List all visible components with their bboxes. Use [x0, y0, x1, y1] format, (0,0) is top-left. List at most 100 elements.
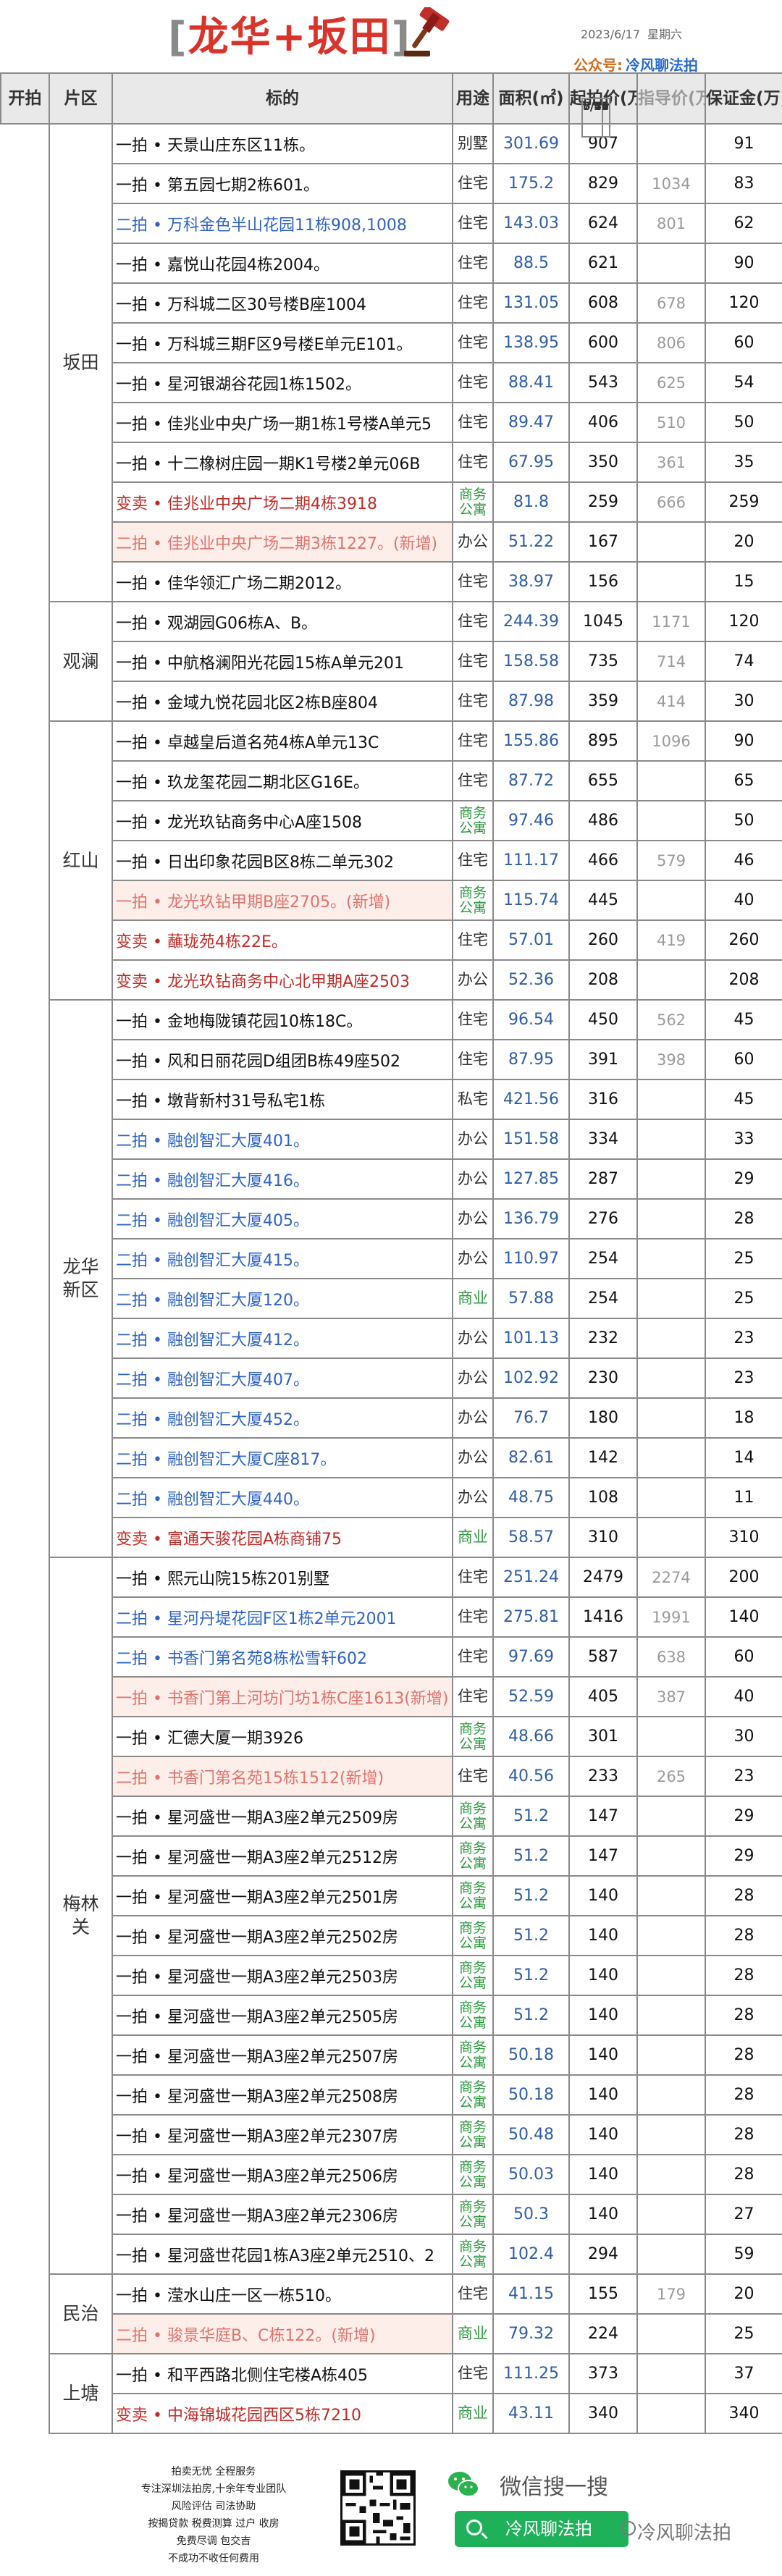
- table-row[interactable]: 6/19 二拍 • 星河丹堤花园F区1栋2单元2001 住宅 275.81 1416 19…: [1, 98, 782, 1638]
- table-row[interactable]: 7/6 二拍 • 骏景华庭B、C栋122。(新增) 商业 79.32 224 25: [1, 98, 782, 2354]
- table-row[interactable]: 7/4 坂田 一拍 • 天景山庄东区11栋。 别墅 301.69 907 91: [1, 98, 782, 602]
- cell-name[interactable]: 二拍 • 融创智汇大厦407。: [112, 1358, 453, 1399]
- table-row[interactable]: 6/28 一拍 • 万科城二区30号楼B座1004 住宅 131.05 608 678 12…: [1, 98, 782, 324]
- cell-name[interactable]: 一拍 • 万科城三期F区9号楼E单元E101。: [112, 322, 453, 363]
- cell-name[interactable]: 一拍 • 玖龙玺花园二期北区G16E。: [112, 760, 453, 801]
- cell-name[interactable]: 一拍 • 十二橡树庄园一期K1号楼2单元06B: [112, 442, 453, 483]
- table-row[interactable]: 6/29 变卖 • 佳兆业中央广场二期4栋3918 商务公寓 81.8 259 666 25…: [1, 98, 782, 523]
- cell-name[interactable]: 一拍 • 星河盛世一期A3座2单元2501房: [112, 1875, 453, 1916]
- cell-name[interactable]: 变卖 • 中海锦城花园西区5栋7210: [112, 2393, 453, 2434]
- table-row[interactable]: 6/26 二拍 • 融创智汇大厦407。 办公 102.92 230 23: [1, 98, 782, 1399]
- cell-name[interactable]: 一拍 • 汇德大厦一期3926: [112, 1716, 453, 1757]
- cell-name[interactable]: 一拍 • 万科城二区30号楼B座1004: [112, 282, 453, 324]
- cell-name[interactable]: 一拍 • 星河盛世花园1栋A3座2单元2510、2: [112, 2234, 453, 2275]
- table-row[interactable]: 6/26 一拍 • 星河盛世一期A3座2单元2509房 商务公寓 51.2 147 29: [1, 98, 782, 1837]
- cell-name[interactable]: 一拍 • 龙光玖钻商务中心A座1508: [112, 800, 453, 841]
- table-row[interactable]: 6/26 一拍 • 星河盛世一期A3座2单元2501房 商务公寓 51.2 140 28: [1, 98, 782, 1916]
- cell-name[interactable]: 一拍 • 日出印象花园B区8栋二单元302: [112, 840, 453, 881]
- table-row[interactable]: 6/26 一拍 • 星河盛世一期A3座2单元2512房 商务公寓 51.2 147 29: [1, 98, 782, 1877]
- table-row[interactable]: 7/11 一拍 • 佳兆业中央广场一期1栋1号楼A单元5 住宅 89.47 406 510…: [1, 98, 782, 443]
- table-row[interactable]: 6/26 二拍 • 融创智汇大厦120。 商业 57.88 254 25: [1, 98, 782, 1319]
- table-row[interactable]: 6/26 一拍 • 星河盛世花园1栋A3座2单元2510、2 商务公寓 102.4 29…: [1, 98, 782, 2275]
- cell-name[interactable]: 一拍 • 墩背新村31号私宅1栋: [112, 1079, 453, 1120]
- cell-name[interactable]: 二拍 • 星河丹堤花园F区1栋2单元2001: [112, 1596, 453, 1638]
- cell-name[interactable]: 一拍 • 书香门第上河坊门坊1栋C座1613(新增): [112, 1676, 453, 1717]
- cell-name[interactable]: 一拍 • 中航格澜阳光花园15栋A单元201: [112, 641, 453, 682]
- table-row[interactable]: 7/20 龙华新区 一拍 • 金地梅陇镇花园10栋18C。 住宅 96.54 450 562…: [1, 98, 782, 1558]
- cell-name[interactable]: 二拍 • 佳兆业中央广场二期3栋1227。(新增): [112, 521, 453, 563]
- table-row[interactable]: 6/26 二拍 • 融创智汇大厦412。 办公 101.13 232 23: [1, 98, 782, 1359]
- cell-name[interactable]: 一拍 • 星河盛世一期A3座2单元2505房: [112, 1995, 453, 2036]
- cell-name[interactable]: 一拍 • 风和日丽花园D组团B栋49座502: [112, 1039, 453, 1080]
- table-row[interactable]: 7/3 红山 一拍 • 卓越皇后道名苑4栋A单元13C 住宅 155.86 895 1096…: [1, 98, 782, 1001]
- cell-name[interactable]: 二拍 • 融创智汇大厦412。: [112, 1318, 453, 1359]
- table-row[interactable]: 7/10 上塘 一拍 • 和平西路北侧住宅楼A栋405 住宅 111.25 373 37: [1, 98, 782, 2434]
- cell-name[interactable]: 二拍 • 骏景华庭B、C栋122。(新增): [112, 2313, 453, 2354]
- table-row[interactable]: 6/30 一拍 • 十二橡树庄园一期K1号楼2单元06B 住宅 67.95 350 361…: [1, 98, 782, 483]
- table-row[interactable]: 6/20 民治 一拍 • 滢水山庄一区一栋510。 住宅 41.15 155 179 20: [1, 98, 782, 2354]
- table-row[interactable]: 7/14 一拍 • 龙光玖钻甲期B座2705。(新增) 商务公寓 115.74 445 4…: [1, 98, 782, 921]
- cell-name[interactable]: 一拍 • 星河盛世一期A3座2单元2509房: [112, 1796, 453, 1837]
- cell-name[interactable]: 二拍 • 融创智汇大厦416。: [112, 1158, 453, 1200]
- table-row[interactable]: 6/22 观澜 一拍 • 观湖园G06栋A、B。 住宅 244.39 1045 1171 12…: [1, 98, 782, 722]
- table-row[interactable]: 6/26 二拍 • 融创智汇大厦C座817。 办公 82.61 142 14: [1, 98, 782, 1478]
- cell-name[interactable]: 二拍 • 融创智汇大厦452。: [112, 1397, 453, 1439]
- table-row[interactable]: 5/12 变卖 • 中海锦城花园西区5栋7210 商业 43.11 340 340: [1, 98, 782, 2434]
- cell-name[interactable]: 一拍 • 星河盛世一期A3座2单元2508房: [112, 2074, 453, 2116]
- cell-name[interactable]: 一拍 • 卓越皇后道名苑4栋A单元13C: [112, 720, 453, 762]
- cell-name[interactable]: 一拍 • 熙元山院15栋201别墅: [112, 1557, 453, 1598]
- table-row[interactable]: 7/4 二拍 • 书香门第名苑15栋1512(新增) 住宅 40.56 233 265 23: [1, 98, 782, 1797]
- table-row[interactable]: 7/4 一拍 • 玖龙玺花园二期北区G16E。 住宅 87.72 655 65: [1, 98, 782, 801]
- cell-name[interactable]: 一拍 • 滢水山庄一区一栋510。: [112, 2273, 453, 2315]
- table-row[interactable]: 6/26 一拍 • 星河盛世一期A3座2单元2307房 商务公寓 50.48 140 28: [1, 98, 782, 2155]
- table-row[interactable]: 6/26 一拍 • 星河盛世一期A3座2单元2508房 商务公寓 50.18 140 28: [1, 98, 782, 2116]
- table-row[interactable]: 6/26 二拍 • 融创智汇大厦440。 办公 48.75 108 11: [1, 98, 782, 1518]
- table-row[interactable]: 6/26 一拍 • 星河盛世一期A3座2单元2505房 商务公寓 51.2 140 28: [1, 98, 782, 2036]
- cell-name[interactable]: 二拍 • 书香门第名苑8栋松雪轩602: [112, 1636, 453, 1678]
- cell-name[interactable]: 二拍 • 融创智汇大厦415。: [112, 1238, 453, 1279]
- table-row[interactable]: 6/26 一拍 • 第五园七期2栋601。 住宅 175.2 829 1034 83: [1, 98, 782, 204]
- table-row[interactable]: 6/16 一拍 • 风和日丽花园D组团B栋49座502 住宅 87.95 391 398 6…: [1, 98, 782, 1080]
- table-row[interactable]: 6/5 变卖 • 富通天骏花园A栋商铺75 商业 58.57 310 310: [1, 98, 782, 1558]
- table-row[interactable]: 7/5 二拍 • 佳兆业中央广场二期3栋1227。(新增) 办公 51.22 167 20: [1, 98, 782, 563]
- cell-name[interactable]: 一拍 • 第五园七期2栋601。: [112, 163, 453, 204]
- cell-name[interactable]: 一拍 • 星河盛世一期A3座2单元2307房: [112, 2114, 453, 2155]
- cell-name[interactable]: 一拍 • 星河盛世一期A3座2单元2503房: [112, 1955, 453, 1996]
- table-row[interactable]: 6/26 二拍 • 书香门第名苑8栋松雪轩602 住宅 97.69 587 638 60: [1, 98, 782, 1678]
- cell-name[interactable]: 一拍 • 星河盛世一期A3座2单元2502房: [112, 1915, 453, 1956]
- table-row[interactable]: 6/26 一拍 • 星河盛世一期A3座2单元2502房 商务公寓 51.2 140 28: [1, 98, 782, 1956]
- cell-name[interactable]: 变卖 • 富通天骏花园A栋商铺75: [112, 1517, 453, 1558]
- table-row[interactable]: 6/26 一拍 • 星河盛世一期A3座2单元2507房 商务公寓 50.18 140 28: [1, 98, 782, 2076]
- table-row[interactable]: 7/3 一拍 • 墩背新村31号私宅1栋 私宅 421.56 316 45: [1, 98, 782, 1120]
- table-row[interactable]: 6/16 二拍 • 万科金色半山花园11栋908,1008 住宅 143.03 624 8…: [1, 98, 782, 244]
- table-row[interactable]: 6/26 一拍 • 龙光玖钻商务中心A座1508 商务公寓 97.46 486 50: [1, 98, 782, 841]
- cell-name[interactable]: 一拍 • 嘉悦山花园4栋2004。: [112, 243, 453, 284]
- table-row[interactable]: 7/17 一拍 • 书香门第上河坊门坊1栋C座1613(新增) 住宅 52.59 405…: [1, 98, 782, 1717]
- table-row[interactable]: 6/19 一拍 • 中航格澜阳光花园15栋A单元201 住宅 158.58 735 714…: [1, 98, 782, 682]
- cell-name[interactable]: 二拍 • 融创智汇大厦440。: [112, 1477, 453, 1518]
- table-row[interactable]: 6/26 一拍 • 星河盛世一期A3座2单元2506房 商务公寓 50.03 140 28: [1, 98, 782, 2195]
- table-row[interactable]: 5/11 变卖 • 龙光玖钻商务中心北甲期A座2503 办公 52.36 208 208: [1, 98, 782, 1001]
- table-row[interactable]: 7/10 一拍 • 星河银湖谷花园1栋1502。 住宅 88.41 543 625 54: [1, 98, 782, 403]
- cell-name[interactable]: 一拍 • 龙光玖钻甲期B座2705。(新增): [112, 880, 453, 921]
- table-row[interactable]: 7/3 一拍 • 汇德大厦一期3926 商务公寓 48.66 301 30: [1, 98, 782, 1757]
- cell-name[interactable]: 一拍 • 和平西路北侧住宅楼A栋405: [112, 2353, 453, 2394]
- table-row[interactable]: 6/26 二拍 • 融创智汇大厦401。 办公 151.58 334 33: [1, 98, 782, 1160]
- cell-name[interactable]: 变卖 • 佳兆业中央广场二期4栋3918: [112, 481, 453, 523]
- table-row[interactable]: 6/26 二拍 • 融创智汇大厦405。 办公 136.79 276 28: [1, 98, 782, 1239]
- cell-name[interactable]: 变卖 • 蘸珑苑4栋22E。: [112, 919, 453, 961]
- table-row[interactable]: 7/13 一拍 • 金域九悦花园北区2栋B座804 住宅 87.98 359 414 30: [1, 98, 782, 722]
- table-row[interactable]: 6/27 一拍 • 嘉悦山花园4栋2004。 住宅 88.5 621 90: [1, 98, 782, 284]
- cell-name[interactable]: 二拍 • 书香门第名苑15栋1512(新增): [112, 1756, 453, 1797]
- qr-code-icon[interactable]: [340, 2470, 416, 2546]
- table-row[interactable]: 6/26 一拍 • 星河盛世一期A3座2单元2503房 商务公寓 51.2 140 28: [1, 98, 782, 1996]
- table-row[interactable]: 6/26 梅林关 一拍 • 熙元山院15栋201别墅 住宅 251.24 2479 2274…: [1, 98, 782, 2275]
- cell-name[interactable]: 一拍 • 金域九悦花园北区2栋B座804: [112, 681, 453, 722]
- cell-name[interactable]: 一拍 • 天景山庄东区11栋。: [112, 123, 453, 164]
- search-button[interactable]: 冷风聊法拍: [455, 2511, 628, 2547]
- cell-name[interactable]: 一拍 • 星河盛世一期A3座2单元2507房: [112, 2034, 453, 2076]
- cell-name[interactable]: 二拍 • 融创智汇大厦401。: [112, 1119, 453, 1160]
- cell-name[interactable]: 二拍 • 万科金色半山花园11栋908,1008: [112, 203, 453, 244]
- cell-name[interactable]: 一拍 • 星河银湖谷花园1栋1502。: [112, 362, 453, 403]
- cell-name[interactable]: 二拍 • 融创智汇大厦120。: [112, 1278, 453, 1319]
